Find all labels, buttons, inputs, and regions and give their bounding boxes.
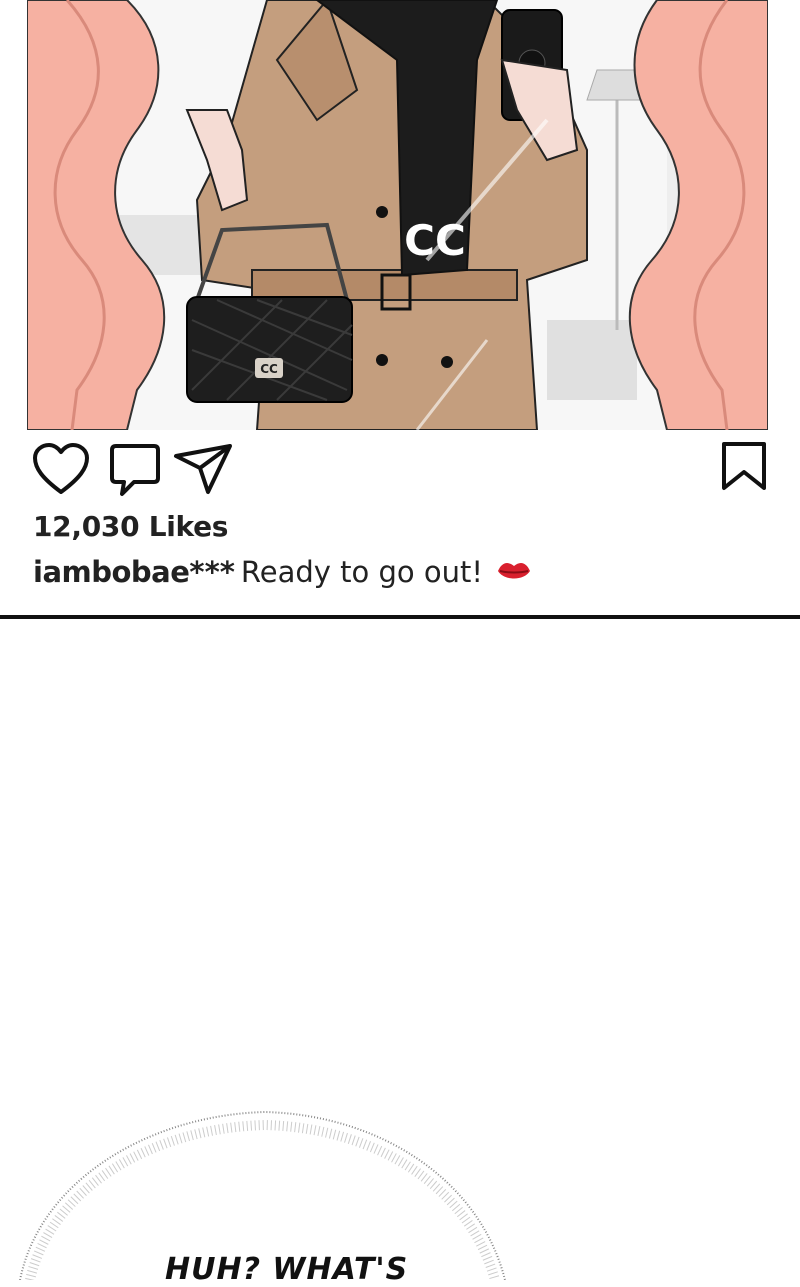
selfie-illustration: CC CC <box>27 0 768 430</box>
post-image[interactable]: CC CC <box>27 0 768 430</box>
post-action-bar <box>0 436 800 500</box>
username-suffix: *** <box>189 555 235 589</box>
panel-divider <box>0 615 800 619</box>
speech-text: HUH? WHAT'S <box>165 1252 409 1287</box>
heart-icon[interactable] <box>32 442 90 496</box>
bookmark-icon[interactable] <box>720 440 768 492</box>
comment-icon[interactable] <box>108 442 162 498</box>
post-caption: iambobae*** Ready to go out! <box>33 555 532 589</box>
likes-count[interactable]: 12,030 Likes <box>33 510 228 543</box>
lips-icon <box>498 563 531 579</box>
username-link[interactable]: iambobae <box>33 555 190 589</box>
caption-text: Ready to go out! <box>240 555 483 589</box>
send-icon[interactable] <box>172 442 234 496</box>
bag-logo: CC <box>260 362 278 376</box>
